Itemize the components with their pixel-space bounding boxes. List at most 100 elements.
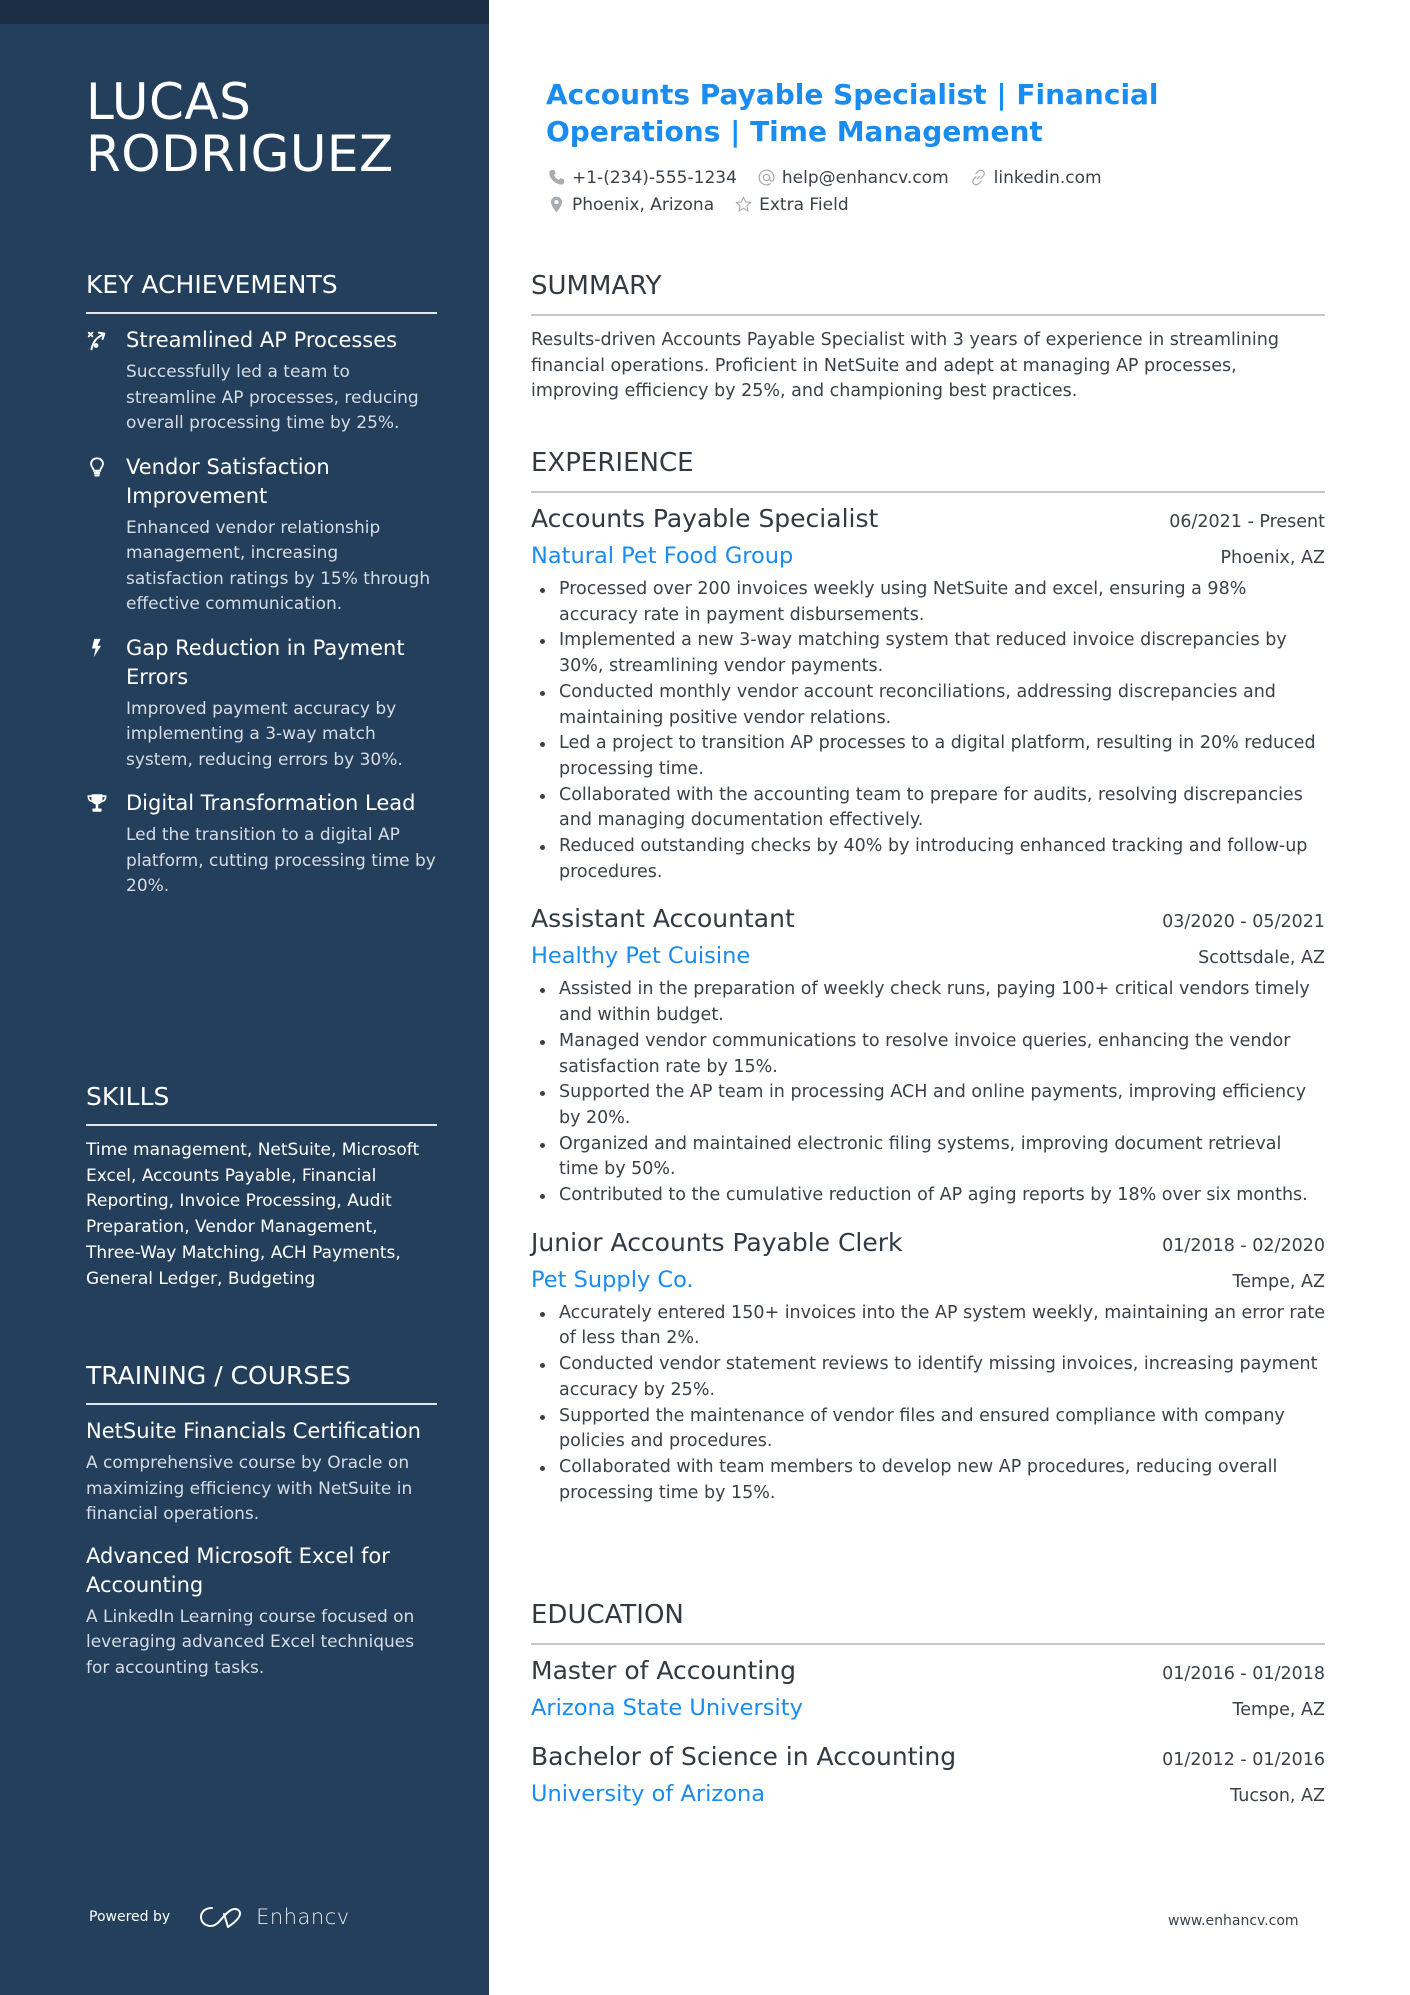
bullet-item: Conducted vendor statement reviews to id… [531,1352,1325,1403]
bullet-item: Supported the AP team in processing ACH … [531,1080,1325,1131]
bullet-item: Accurately entered 150+ invoices into th… [531,1301,1325,1352]
achievement-item: Vendor Satisfaction Improvement Enhanced… [86,453,437,618]
bullet-item: Collaborated with the accounting team to… [531,783,1325,834]
degree: Bachelor of Science in Accounting [531,1742,957,1771]
section-heading: EDUCATION [531,1599,1325,1645]
powered-by[interactable]: Powered by Enhancv [89,1904,350,1930]
extra-field-text: Extra Field [759,194,849,215]
achievement-description: Enhanced vendor relationship management,… [126,517,431,615]
key-achievements-section: KEY ACHIEVEMENTS Streamlined AP Processe… [86,270,437,916]
job-dates: 03/2020 - 05/2021 [1162,912,1325,933]
job-bullets: Accurately entered 150+ invoices into th… [531,1301,1325,1507]
achievement-description: Improved payment accuracy by implementin… [126,698,403,770]
job-location: Scottsdale, AZ [1198,948,1325,969]
education-section: EDUCATION Master of Accounting 01/2016 -… [531,1599,1325,1813]
sidebar-top-band [0,0,489,24]
bullet-item: Reduced outstanding checks by 40% by int… [531,834,1325,885]
contact-extra: Extra Field [734,195,849,215]
school-location: Tucson, AZ [1230,1786,1325,1806]
job-location: Tempe, AZ [1232,1271,1326,1292]
course-item: Advanced Microsoft Excel for Accounting … [86,1542,437,1682]
sidebar: LUCAS RODRIGUEZ KEY ACHIEVEMENTS Streaml… [0,0,489,1995]
lightbulb-icon [86,456,108,478]
degree: Master of Accounting [531,1656,796,1685]
bullet-item: Supported the maintenance of vendor file… [531,1404,1325,1455]
achievement-title: Digital Transformation Lead [126,791,416,815]
company-name: Pet Supply Co. [531,1266,694,1293]
bullet-item: Managed vendor communications to resolve… [531,1029,1325,1080]
achievement-item: Digital Transformation Lead Led the tran… [86,789,437,900]
headline: Accounts Payable Specialist | Financial … [546,78,1159,148]
enhancv-logo-icon [200,1907,242,1928]
job-entry: Junior Accounts Payable Clerk 01/2018 - … [531,1225,1325,1507]
job-dates: 01/2018 - 02/2020 [1162,1235,1325,1256]
email-text: help@enhancv.com [781,167,949,188]
strategy-icon [86,329,108,351]
phone-icon [549,169,565,185]
job-title: Junior Accounts Payable Clerk [531,1227,903,1257]
job-title: Assistant Accountant [531,904,795,934]
phone-text: +1-(234)-555-1234 [572,167,737,188]
achievement-title: Gap Reduction in Payment Errors [126,635,405,689]
contact-link[interactable]: linkedin.com [969,168,1102,188]
bullet-item: Implemented a new 3-way matching system … [531,628,1325,679]
website-link[interactable]: www.enhancv.com [1168,1913,1299,1929]
contact-phone[interactable]: +1-(234)-555-1234 [547,168,737,188]
bullet-item: Collaborated with team members to develo… [531,1455,1325,1506]
achievement-description: Led the transition to a digital AP platf… [126,825,436,896]
section-heading: TRAINING / COURSES [86,1361,437,1405]
skills-list: Time management, NetSuite, Microsoft Exc… [86,1140,420,1289]
training-section: TRAINING / COURSES NetSuite Financials C… [86,1361,437,1695]
school-name: University of Arizona [531,1781,766,1807]
job-location: Phoenix, AZ [1220,548,1325,568]
course-title: Advanced Microsoft Excel for Accounting [86,1543,390,1597]
course-description: A LinkedIn Learning course focused on le… [86,1606,415,1678]
experience-section: EXPERIENCE Accounts Payable Specialist 0… [531,447,1325,1506]
at-sign-icon [758,169,775,186]
education-entry: Bachelor of Science in Accounting 01/201… [531,1739,1325,1813]
achievement-item: Streamlined AP Processes Successfully le… [86,326,437,437]
section-heading: SUMMARY [531,270,1325,316]
bullet-item: Contributed to the cumulative reduction … [531,1183,1325,1209]
education-entry: Master of Accounting 01/2016 - 01/2018 A… [531,1653,1325,1727]
link-icon [971,169,985,186]
achievement-title: Streamlined AP Processes [126,328,398,352]
section-heading: SKILLS [86,1082,437,1126]
location-pin-icon [550,196,563,213]
powered-by-label: Powered by [89,1909,171,1925]
job-entry: Assistant Accountant 03/2020 - 05/2021 H… [531,901,1325,1208]
job-title: Accounts Payable Specialist [531,504,879,533]
job-dates: 06/2021 - Present [1169,512,1325,532]
company-name: Healthy Pet Cuisine [531,943,751,970]
section-heading: EXPERIENCE [531,447,1325,493]
lightning-icon [86,637,108,659]
enhancv-brand: Enhancv [256,1905,350,1929]
achievement-list: Streamlined AP Processes Successfully le… [86,326,437,900]
contact-email[interactable]: help@enhancv.com [757,168,949,188]
contact-info: +1-(234)-555-1234 help@enhancv.com linke… [547,164,1317,218]
job-bullets: Processed over 200 invoices weekly using… [531,577,1325,885]
skills-section: SKILLS Time management, NetSuite, Micros… [86,1082,437,1292]
bullet-item: Organized and maintained electronic fili… [531,1132,1325,1183]
star-icon [735,196,752,212]
bullet-item: Processed over 200 invoices weekly using… [531,577,1325,628]
trophy-icon [86,792,108,814]
school-name: Arizona State University [531,1695,803,1721]
course-description: A comprehensive course by Oracle on maxi… [86,1453,413,1524]
education-dates: 01/2016 - 01/2018 [1162,1664,1325,1684]
name-first: LUCAS [86,73,252,131]
course-item: NetSuite Financials Certification A comp… [86,1417,437,1528]
contact-row: +1-(234)-555-1234 help@enhancv.com linke… [547,164,1317,191]
summary-text: Results-driven Accounts Payable Speciali… [531,330,1279,402]
main-content: Accounts Payable Specialist | Financial … [531,0,1325,1995]
bullet-item: Assisted in the preparation of weekly ch… [531,977,1325,1028]
contact-row: Phoenix, Arizona Extra Field [547,191,1317,218]
summary-section: SUMMARY Results-driven Accounts Payable … [531,270,1325,405]
achievement-item: Gap Reduction in Payment Errors Improved… [86,634,437,774]
job-bullets: Assisted in the preparation of weekly ch… [531,977,1325,1208]
school-location: Tempe, AZ [1232,1700,1326,1720]
bullet-item: Led a project to transition AP processes… [531,731,1325,782]
link-text: linkedin.com [993,167,1102,188]
job-entry: Accounts Payable Specialist 06/2021 - Pr… [531,501,1325,885]
name-last: RODRIGUEZ [86,125,394,183]
